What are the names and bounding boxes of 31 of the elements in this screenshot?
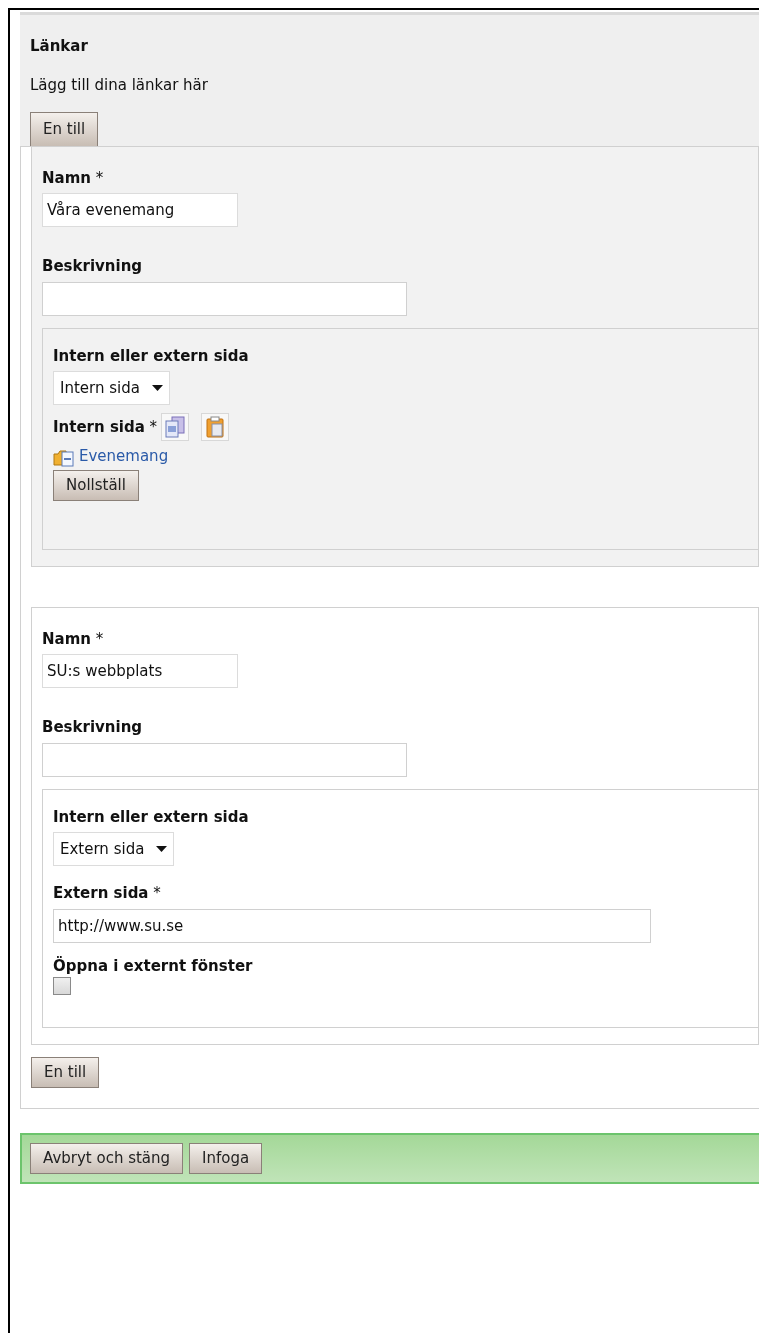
description-field[interactable]	[42, 281, 407, 316]
field-label: Intern eller extern sida	[53, 806, 250, 828]
field-label: Öppna i externt fönster	[53, 955, 254, 977]
paste-button[interactable]	[201, 413, 230, 442]
page-type-select[interactable]: Intern sida	[53, 371, 170, 406]
caret-icon	[156, 846, 168, 852]
field-label: Namn*	[42, 167, 105, 189]
caret-icon	[151, 385, 163, 392]
clipboard-icon	[206, 416, 225, 439]
new-window-checkbox[interactable]	[53, 977, 71, 995]
description-field[interactable]	[42, 742, 407, 777]
add-link-button[interactable]: En till	[30, 112, 99, 146]
section-description: Lägg till dina länkar här	[30, 74, 209, 96]
url-field[interactable]: http://www.su.se	[53, 908, 651, 943]
copy-button[interactable]	[161, 413, 190, 442]
section-title: Länkar	[30, 36, 89, 57]
footer-button[interactable]: Infoga	[189, 1142, 263, 1174]
page-type-select[interactable]: Extern sida	[53, 832, 175, 866]
name-field[interactable]: SU:s webbplats	[42, 654, 238, 688]
reset-button[interactable]: Nollställ	[53, 469, 139, 501]
field-label: Namn*	[42, 628, 105, 650]
field-label: Beskrivning	[42, 256, 144, 278]
footer-button[interactable]: Avbryt och stäng	[30, 1142, 184, 1174]
add-link-button[interactable]: En till	[31, 1057, 100, 1088]
page-link[interactable]: Evenemang	[79, 445, 169, 468]
field-label: Beskrivning	[42, 717, 144, 738]
field-label: Extern sida*	[53, 883, 162, 904]
pages-icon	[165, 416, 186, 439]
field-label: Intern eller extern sida	[53, 345, 250, 367]
name-field[interactable]: Våra evenemang	[42, 193, 238, 228]
field-label: Intern sida*	[53, 417, 158, 438]
